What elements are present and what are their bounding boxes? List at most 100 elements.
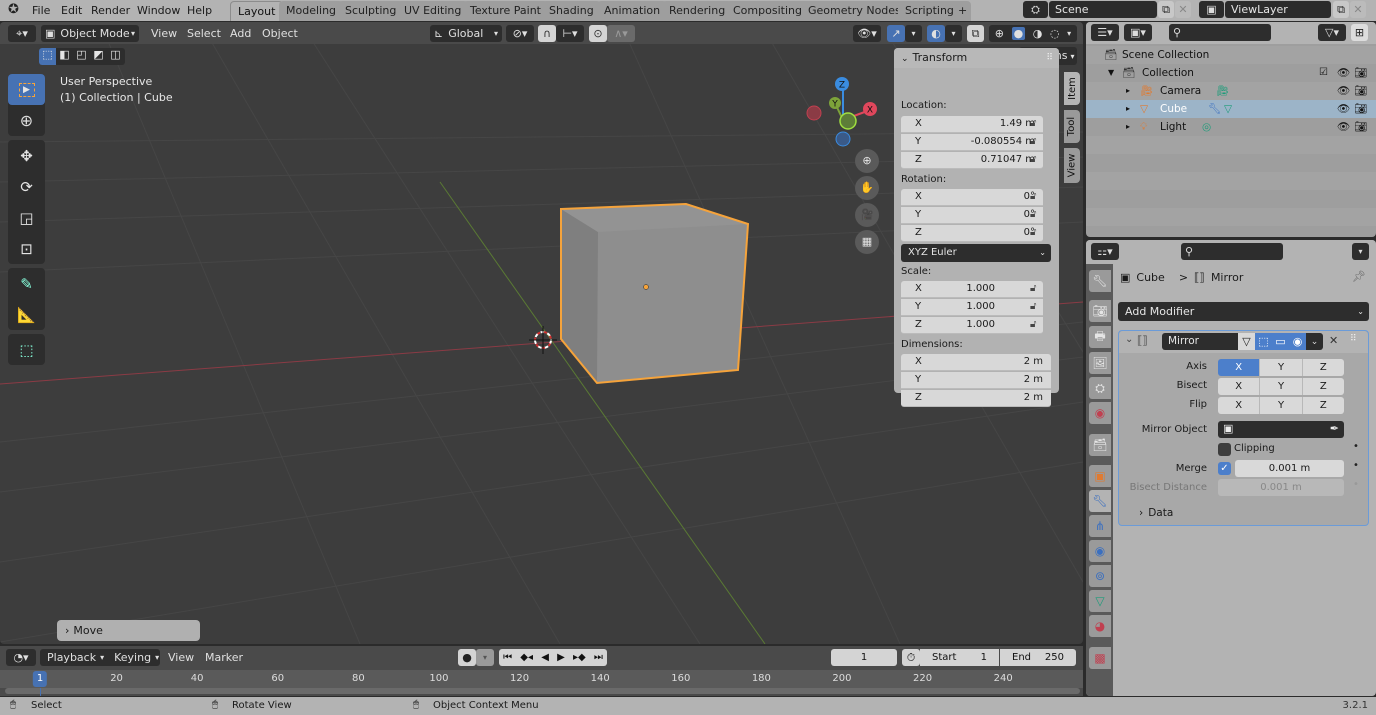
current-frame-field[interactable]: 1 bbox=[831, 649, 897, 666]
dimension-z-field[interactable]: Z 2 m bbox=[901, 390, 1051, 407]
menu-object[interactable]: Object bbox=[262, 25, 298, 42]
ortho-toggle-icon[interactable]: ▦ bbox=[855, 230, 879, 254]
dimension-x-field[interactable]: X 2 m bbox=[901, 354, 1051, 371]
rotation-z-field[interactable]: Z 0° bbox=[901, 225, 1043, 242]
tab-geometry-nodes[interactable]: Geometry Nodes bbox=[801, 1, 908, 21]
jump-end-icon[interactable]: ⏭ bbox=[594, 652, 603, 663]
bisect-y-toggle[interactable]: Y bbox=[1260, 378, 1303, 395]
merge-checkbox[interactable]: ✓ bbox=[1218, 462, 1231, 475]
tab-view[interactable]: View bbox=[1064, 148, 1080, 183]
tab-rendering[interactable]: Rendering bbox=[662, 1, 733, 21]
camera-view-icon[interactable]: 🎥 bbox=[855, 203, 879, 227]
material-shading-icon[interactable]: ◑ bbox=[1033, 27, 1043, 40]
menu-keying[interactable]: Keying bbox=[114, 651, 151, 664]
keyframe-dot-icon[interactable]: • bbox=[1353, 479, 1359, 490]
blender-logo-icon[interactable]: ✪ bbox=[8, 2, 19, 17]
collection-tab-icon[interactable]: 🗃︎ bbox=[1089, 434, 1111, 456]
axis-x-toggle[interactable]: X bbox=[1218, 359, 1261, 376]
lock-icon[interactable]: 🔓︎ bbox=[1030, 283, 1036, 294]
overlay-dropdown-icon[interactable]: ▾ bbox=[945, 25, 962, 42]
tab-uv-editing[interactable]: UV Editing bbox=[397, 1, 469, 21]
flip-y-toggle[interactable]: Y bbox=[1260, 397, 1303, 414]
menu-render[interactable]: Render bbox=[91, 2, 130, 19]
menu-view[interactable]: View bbox=[168, 649, 194, 666]
location-y-field[interactable]: Y -0.080554 m bbox=[901, 134, 1043, 151]
outliner-row-collection[interactable]: ▼ 🗃︎ Collection ☑ 👁︎ 📷︎ bbox=[1086, 64, 1376, 82]
material-tab-icon[interactable]: ◕ bbox=[1089, 615, 1111, 637]
flip-x-toggle[interactable]: X bbox=[1218, 397, 1261, 414]
new-collection-icon[interactable]: ⊞ bbox=[1351, 24, 1368, 41]
tab-item[interactable]: Item bbox=[1064, 72, 1080, 105]
play-icon[interactable]: ▶ bbox=[557, 652, 565, 663]
transform-tool[interactable]: ⊡ bbox=[8, 233, 45, 264]
lock-icon[interactable]: 🔓︎ bbox=[1030, 191, 1036, 202]
measure-tool[interactable]: 📐 bbox=[8, 299, 45, 330]
expand-arrow-icon[interactable]: ▸ bbox=[1126, 118, 1130, 136]
wireframe-shading-icon[interactable]: ⊕ bbox=[995, 27, 1004, 40]
realtime-display-icon[interactable]: ▭ bbox=[1272, 333, 1289, 350]
edit-mode-cage-icon[interactable]: ▽ bbox=[1238, 333, 1255, 350]
outliner-row-camera[interactable]: ▸ 🎥︎ Camera 🎥︎ 👁︎ 📷︎ bbox=[1086, 82, 1376, 100]
scene-selector-icon[interactable]: ⛭ bbox=[1023, 1, 1048, 18]
cube-object[interactable] bbox=[560, 202, 750, 385]
physics-tab-icon[interactable]: ◉ bbox=[1089, 540, 1111, 562]
delete-viewlayer-icon[interactable]: ✕ bbox=[1350, 1, 1366, 18]
merge-distance-field[interactable]: 0.001 m bbox=[1235, 460, 1344, 477]
delete-scene-icon[interactable]: ✕ bbox=[1175, 1, 1191, 18]
collapse-chevron-icon[interactable]: ⌄ bbox=[1125, 334, 1133, 345]
eye-icon[interactable]: 👁︎ bbox=[1337, 118, 1350, 136]
menu-add[interactable]: Add bbox=[230, 25, 251, 42]
select-invert-icon[interactable]: ◩ bbox=[90, 48, 107, 65]
axis-z-toggle[interactable]: Z bbox=[1302, 359, 1344, 376]
rotation-mode-dropdown[interactable]: XYZ Euler ⌄ bbox=[901, 244, 1051, 262]
bisect-z-toggle[interactable]: Z bbox=[1302, 378, 1344, 395]
mode-dropdown[interactable]: ▣ Object Mode ▾ bbox=[41, 25, 139, 42]
scale-tool[interactable]: ◲ bbox=[8, 202, 45, 233]
menu-window[interactable]: Window bbox=[137, 2, 180, 19]
pivot-point-icon[interactable]: ⊘▾ bbox=[506, 25, 534, 42]
frame-ruler[interactable]: 1 20 40 60 80 100 120 140 160 180 200 220 240 bbox=[0, 670, 1083, 688]
lock-icon[interactable]: 🔓︎ bbox=[1030, 301, 1036, 312]
constraints-tab-icon[interactable]: ⊚ bbox=[1089, 565, 1111, 587]
viewlayer-name-field[interactable]: ViewLayer bbox=[1225, 1, 1331, 18]
mirror-object-field[interactable]: ▣ ✒ bbox=[1218, 421, 1344, 438]
tab-layout[interactable]: Layout bbox=[230, 1, 284, 21]
tab-scripting[interactable]: Scripting bbox=[898, 1, 961, 21]
filter-icon[interactable]: ▽▾ bbox=[1318, 24, 1346, 41]
editor-type-icon[interactable]: ⚏▾ bbox=[1091, 243, 1119, 260]
visibility-icon[interactable]: 👁▾ bbox=[853, 25, 881, 42]
outliner-search-input[interactable]: ⚲ bbox=[1169, 24, 1271, 41]
rotate-tool[interactable]: ⟳ bbox=[8, 171, 45, 202]
tab-tool[interactable]: Tool bbox=[1064, 110, 1080, 143]
bisect-x-toggle[interactable]: X bbox=[1218, 378, 1261, 395]
falloff-icon[interactable]: ∧▾ bbox=[607, 25, 635, 42]
lock-icon[interactable]: 🔓︎ bbox=[1030, 209, 1036, 220]
render-camera-icon[interactable]: 📷︎ bbox=[1354, 118, 1367, 136]
outliner-row-light[interactable]: ▸ 💡︎ Light ◎ 👁︎ 📷︎ bbox=[1086, 118, 1376, 136]
shading-dropdown-icon[interactable]: ▾ bbox=[1067, 29, 1071, 38]
transform-header[interactable]: ⌄ Transform ⠿ bbox=[894, 48, 1059, 68]
keyframe-dot-icon[interactable]: • bbox=[1353, 441, 1359, 452]
menu-help[interactable]: Help bbox=[187, 2, 212, 19]
particles-tab-icon[interactable]: ⋔ bbox=[1089, 515, 1111, 537]
proportional-edit-icon[interactable]: ⊙ bbox=[589, 25, 607, 42]
tab-compositing[interactable]: Compositing bbox=[726, 1, 809, 21]
new-viewlayer-icon[interactable]: ⧉ bbox=[1333, 1, 1349, 18]
modifier-name-input[interactable]: Mirror bbox=[1162, 333, 1238, 350]
modifier-wrench-icon[interactable]: 🔧︎ bbox=[1208, 100, 1221, 118]
new-scene-icon[interactable]: ⧉ bbox=[1158, 1, 1174, 18]
stopwatch-icon[interactable]: ⏱ bbox=[902, 649, 920, 666]
annotate-tool[interactable]: ✎ bbox=[8, 268, 45, 299]
render-camera-icon[interactable]: 📷︎ bbox=[1354, 64, 1367, 82]
drag-handle-icon[interactable]: ⠿ bbox=[1350, 334, 1357, 344]
tab-modeling[interactable]: Modeling bbox=[279, 1, 344, 21]
solid-shading-icon[interactable]: ● bbox=[1011, 27, 1026, 40]
last-operator-panel[interactable]: › Move bbox=[57, 620, 200, 641]
add-workspace-button[interactable]: + bbox=[954, 1, 972, 21]
display-mode-icon[interactable]: ▣▾ bbox=[1124, 24, 1152, 41]
menu-file[interactable]: File bbox=[32, 2, 50, 19]
editor-type-icon[interactable]: ☰▾ bbox=[1091, 24, 1119, 41]
eye-icon[interactable]: 👁︎ bbox=[1337, 64, 1350, 82]
menu-select[interactable]: Select bbox=[187, 25, 221, 42]
viewlayer-selector-icon[interactable]: ▣ bbox=[1199, 1, 1224, 18]
